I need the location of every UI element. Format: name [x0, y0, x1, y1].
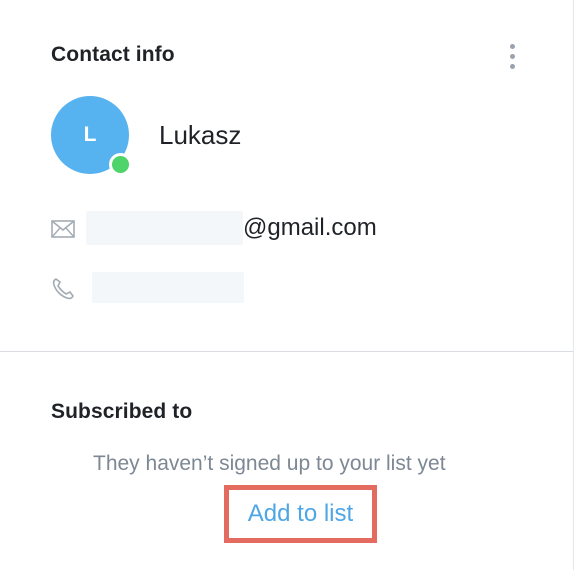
email-domain: @gmail.com [243, 214, 377, 241]
avatar-initial: L [83, 123, 97, 146]
add-to-list-link[interactable]: Add to list [229, 490, 372, 538]
more-vertical-icon[interactable] [500, 38, 524, 74]
subscribed-title: Subscribed to [51, 400, 193, 423]
contact-name: Lukasz [159, 120, 242, 150]
email-redacted [86, 211, 243, 245]
contact-info-title: Contact info [51, 43, 175, 66]
contact-panel: Contact info L Lukasz @gmail.com Subscri… [0, 0, 574, 570]
online-status-dot [109, 153, 132, 176]
phone-redacted [92, 272, 244, 303]
section-divider [0, 351, 573, 352]
envelope-icon [51, 220, 75, 238]
empty-lists-message: They haven’t signed up to your list yet [93, 452, 446, 475]
phone-icon [52, 278, 74, 300]
